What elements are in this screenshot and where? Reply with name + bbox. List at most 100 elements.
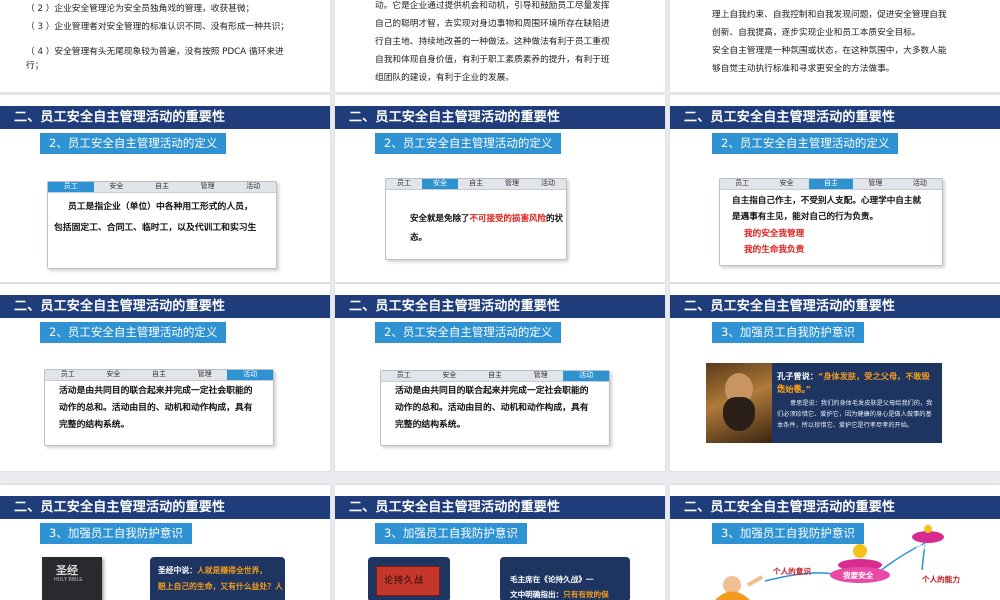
subtitle-label: 2、员工安全自主管理活动的定义 (40, 133, 227, 154)
speaker: 圣经中说： (158, 566, 197, 575)
slide-def-employee[interactable]: 二、员工安全自主管理活动的重要性 2、员工安全自主管理活动的定义 员工 安全 自… (0, 95, 330, 282)
text-line: 动。它是企业通过提供机会和动机，引导和鼓励员工尽量发挥 (375, 1, 610, 11)
text-line: 组团队的建设，有利于企业的发展。 (375, 73, 514, 83)
tab-safety[interactable]: 安全 (427, 371, 473, 381)
definition-text: 是遇事有主见，能对自己的行为负责。 (732, 212, 879, 222)
tab-activity[interactable]: 活动 (530, 179, 566, 189)
tab-activity[interactable]: 活动 (227, 370, 273, 380)
section-title-bar: 二、员工安全自主管理活动的重要性 (0, 496, 330, 519)
text-line: （ 3 ）企业管理者对安全管理的标准认识不同、没有形成一种共识； (26, 22, 289, 32)
tab-autonomy[interactable]: 自主 (136, 370, 182, 380)
label-can-safety: 我会安全 (916, 544, 941, 551)
section-title-bar: 二、员工安全自主管理活动的重要性 (335, 295, 665, 318)
definition-card: 员工 安全 自主 管理 活动 活动是由共同目的联合起来并完成一定社会职能的 动作… (380, 370, 610, 446)
quote-highlight: 之始也。” (777, 384, 812, 394)
text-pre: 文中明确指出： (510, 590, 564, 599)
text-line: 行； (26, 61, 44, 71)
slide-def-safety[interactable]: 二、员工安全自主管理活动的重要性 2、员工安全自主管理活动的定义 员工 安全 自… (335, 95, 665, 282)
text-highlight: 不可接受的损害风险 (469, 214, 547, 224)
text-line: （ 4 ）安全管理有头无尾现象较为普遍，没有按照 PDCA 循环来进 (26, 47, 284, 57)
pointing-hand-icon (747, 575, 763, 587)
definition-text: 完整的结构系统。 (59, 420, 130, 430)
text-line: 行自主地、持续地改善的一种做法。这种做法有利于员工重视 (375, 37, 610, 47)
definition-card: 员工 安全 自主 管理 活动 自主指自己作主，不受别人支配。心理学中自主就 是遇… (719, 178, 943, 266)
figure-icon (924, 525, 932, 533)
slide-def-autonomy[interactable]: 二、员工安全自主管理活动的重要性 2、员工安全自主管理活动的定义 员工 安全 自… (670, 95, 1000, 282)
person-body-icon (715, 591, 750, 600)
quote-highlight: 只有有效的保 (563, 590, 609, 599)
tab-autonomy[interactable]: 自主 (472, 371, 518, 381)
tab-autonomy[interactable]: 自主 (458, 179, 494, 189)
text-line: 安全自主管理是一种氛围或状态，在这种氛围中，大多数人能 (712, 46, 947, 56)
tab-management[interactable]: 管理 (182, 370, 228, 380)
tab-strip: 员工 安全 自主 管理 活动 (720, 179, 942, 190)
definition-text: 活动是由共同目的联合起来并完成一定社会职能的 (395, 386, 589, 396)
tab-management[interactable]: 管理 (185, 182, 231, 192)
tab-employee[interactable]: 员工 (720, 179, 764, 189)
speaker: 孔子曾说： (777, 371, 818, 381)
slide-def-activity[interactable]: 二、员工安全自主管理活动的重要性 2、员工安全自主管理活动的定义 员工 安全 自… (0, 284, 330, 471)
label-ability: 个人的能力 (922, 575, 960, 584)
tab-management[interactable]: 管理 (518, 371, 564, 381)
tab-management[interactable]: 管理 (853, 179, 897, 189)
subtitle-label: 2、员工安全自主管理活动的定义 (375, 133, 562, 154)
portrait-beard (723, 397, 755, 431)
tab-employee[interactable]: 员工 (381, 371, 427, 381)
meaning-line: 本条件，所以珍惜它、爱护它是行孝尽孝的开始。 (777, 422, 914, 429)
definition-text: 动作的总和。活动由目的、动机和动作构成，具有 (59, 403, 253, 413)
meaning-line: 意思是说：我们的身体毛发皮肤是父母给我们的，我 (790, 400, 933, 407)
bible-cover-subtitle: HOLY BIBLE (54, 577, 83, 583)
quote-line: 文中明确指出：只有有效的保 (510, 589, 609, 600)
section-title-bar: 二、员工安全自主管理活动的重要性 (335, 106, 665, 129)
slogan-text: 我的生命我负责 (744, 245, 805, 255)
definition-card: 员工 安全 自主 管理 活动 活动是由共同目的联合起来并完成一定社会职能的 动作… (44, 369, 274, 446)
quote-box: 圣经中说：人就是赚得全世界， 赔上自己的生命，又有什么益处？人 (150, 557, 285, 600)
tab-employee[interactable]: 员工 (386, 179, 422, 189)
text-pre: 安全就是免除了 (410, 214, 470, 224)
tab-safety[interactable]: 安全 (764, 179, 808, 189)
tab-management[interactable]: 管理 (494, 179, 530, 189)
slide-top-right[interactable]: 理上自我约束、自我控制和自我发现问题，促进安全管理自我 创新、自我提高，逐步实现… (670, 0, 1000, 92)
tab-employee[interactable]: 员工 (48, 182, 94, 192)
slide-top-left[interactable]: （ 2 ）企业安全管理沦为安全员独角戏的管理，收获甚微； （ 3 ）企业管理者对… (0, 0, 330, 92)
tab-autonomy[interactable]: 自主 (808, 179, 854, 189)
section-title-bar: 二、员工安全自主管理活动的重要性 (0, 106, 330, 129)
slide-safety-diagram[interactable]: 二、员工安全自主管理活动的重要性 3、加强员工自我防护意识 个人的意识 我要安全… (670, 485, 1000, 600)
slide-top-middle[interactable]: 动。它是企业通过提供机会和动机，引导和鼓励员工尽量发挥 自己的聪明才智，去实现对… (335, 0, 665, 92)
tab-autonomy[interactable]: 自主 (139, 182, 185, 192)
quote-box: 孔子曾说：“身体发肤，受之父母，不敢毁伤，孝 之始也。” 意思是说：我们的身体毛… (772, 363, 942, 443)
tab-strip: 员工 安全 自主 管理 活动 (48, 182, 276, 193)
text-line: 创新、自我提高，逐步实现企业和员工本质安全目标。 (712, 28, 921, 38)
tab-activity[interactable]: 活动 (563, 371, 609, 381)
text-line: （ 2 ）企业安全管理沦为安全员独角戏的管理，收获甚微； (26, 4, 255, 14)
definition-text: 完整的结构系统。 (395, 420, 466, 430)
book-image: 论持久战 (368, 557, 450, 600)
definition-text: 自主指自己作主，不受别人支配。心理学中自主就 (732, 196, 922, 206)
slide-bible[interactable]: 二、员工安全自主管理活动的重要性 3、加强员工自我防护意识 圣经 HOLY BI… (0, 485, 330, 600)
book-title: 论持久战 (384, 576, 425, 586)
tab-activity[interactable]: 活动 (230, 182, 276, 192)
bible-cover-title: 圣经 (56, 564, 78, 577)
text-line: 自我和体现自身价值，有利于职工素质素养的提升，有利于班 (375, 55, 610, 65)
subtitle-label: 2、员工安全自主管理活动的定义 (712, 133, 899, 154)
slide-def-activity-2[interactable]: 二、员工安全自主管理活动的重要性 2、员工安全自主管理活动的定义 员工 安全 自… (335, 284, 665, 471)
quote-highlight: 赔上自己的生命，又有什么益处？人 (158, 582, 283, 591)
slide-mao[interactable]: 二、员工安全自主管理活动的重要性 3、加强员工自我防护意识 论持久战 毛主席在《… (335, 485, 665, 600)
tab-strip: 员工 安全 自主 管理 活动 (45, 370, 273, 381)
tab-strip: 员工 安全 自主 管理 活动 (386, 179, 566, 190)
section-title-bar: 二、员工安全自主管理活动的重要性 (670, 295, 1000, 318)
subtitle-label: 3、加强员工自我防护意识 (375, 523, 527, 544)
tab-safety[interactable]: 安全 (91, 370, 137, 380)
subtitle-label: 3、加强员工自我防护意识 (40, 523, 192, 544)
text-line: 理上自我约束、自我控制和自我发现问题，促进安全管理自我 (712, 10, 947, 20)
bible-book-image: 圣经 HOLY BIBLE (42, 557, 102, 600)
quote-line: 圣经中说：人就是赚得全世界， (158, 565, 267, 576)
slide-confucius[interactable]: 二、员工安全自主管理活动的重要性 3、加强员工自我防护意识 孔子曾说：“身体发肤… (670, 284, 1000, 471)
tab-safety[interactable]: 安全 (94, 182, 140, 192)
tab-activity[interactable]: 活动 (898, 179, 942, 189)
tab-employee[interactable]: 员工 (45, 370, 91, 380)
quote-line: 毛主席在《论持久战》一 (510, 575, 594, 584)
meaning-line: 们必须珍惜它、爱护它，因为健康的身心是做人做事的基 (777, 411, 932, 418)
tab-safety[interactable]: 安全 (422, 179, 458, 189)
section-title-bar: 二、员工安全自主管理活动的重要性 (0, 295, 330, 318)
